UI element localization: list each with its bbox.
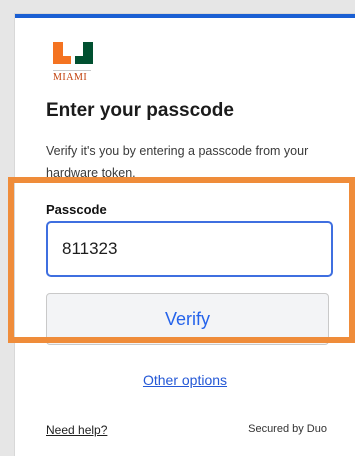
- secured-by-duo: Secured by Duo: [248, 423, 327, 435]
- logo-text: MIAMI: [53, 72, 88, 83]
- page-title: Enter your passcode: [46, 100, 234, 121]
- other-options-container: Other options: [15, 372, 355, 388]
- highlight-box: [8, 177, 355, 343]
- miami-logo: [53, 40, 93, 66]
- logo-divider: [53, 70, 91, 71]
- other-options-link[interactable]: Other options: [143, 372, 227, 388]
- need-help-link[interactable]: Need help?: [46, 423, 107, 437]
